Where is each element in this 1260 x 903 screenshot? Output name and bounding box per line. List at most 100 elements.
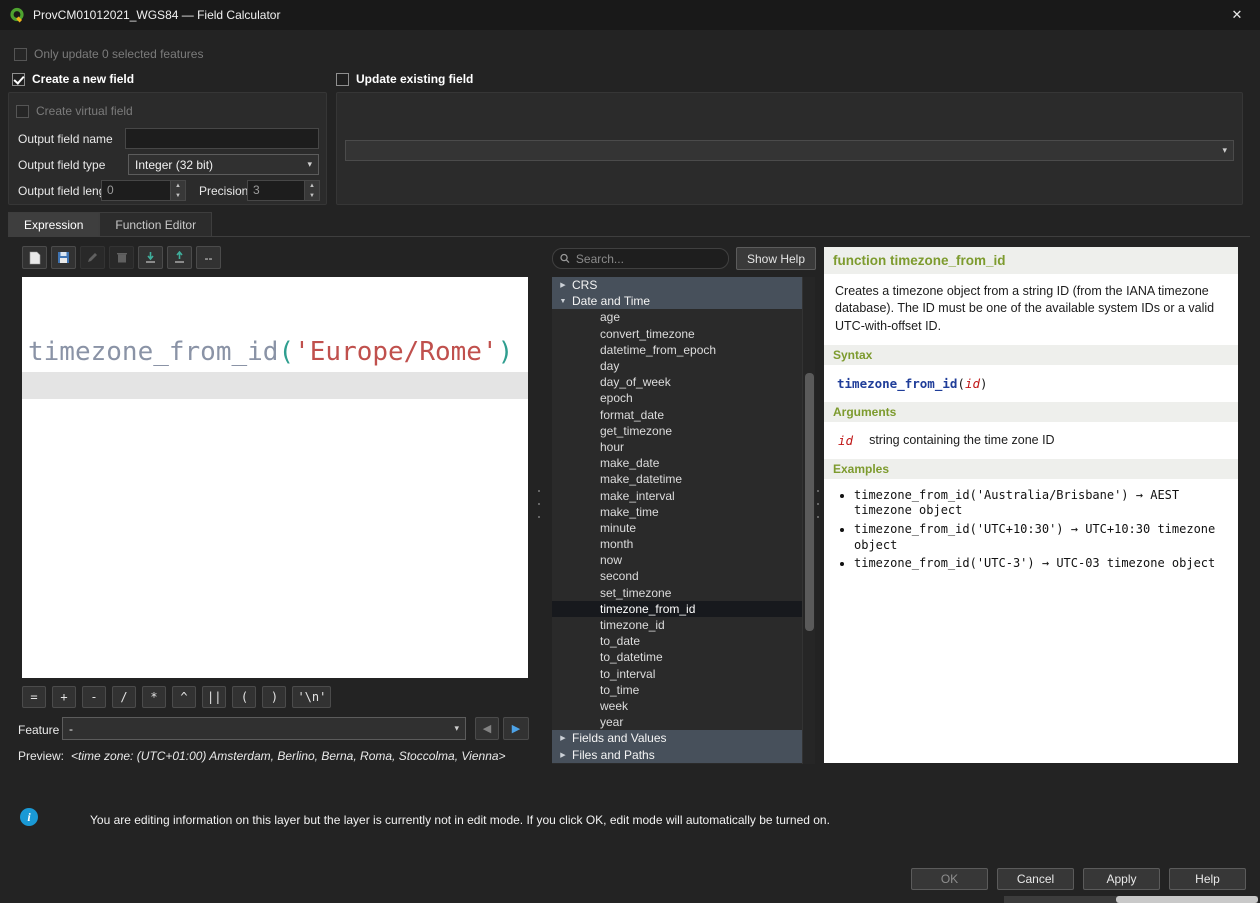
update-existing-field-checkbox[interactable]: Update existing field	[336, 72, 473, 86]
output-field-length-spinner[interactable]: 0 ▲▼	[101, 180, 186, 201]
spinner-arrows[interactable]: ▲▼	[170, 181, 185, 200]
function-item-epoch[interactable]: epoch	[552, 390, 802, 406]
comment-button[interactable]: --	[196, 246, 221, 269]
pencil-icon	[86, 251, 99, 264]
cancel-button[interactable]: Cancel	[997, 868, 1074, 890]
tree-label: epoch	[600, 391, 633, 405]
function-item-now[interactable]: now	[552, 552, 802, 568]
chevron-right-icon[interactable]: ▶	[556, 734, 570, 742]
function-item-day_of_week[interactable]: day_of_week	[552, 374, 802, 390]
output-field-name-input[interactable]	[125, 128, 319, 149]
trash-icon	[116, 251, 128, 264]
help-panel: function timezone_from_id Creates a time…	[824, 247, 1238, 763]
function-item-minute[interactable]: minute	[552, 520, 802, 536]
operator-button-^[interactable]: ^	[172, 686, 196, 708]
function-item-make_date[interactable]: make_date	[552, 455, 802, 471]
function-item-to_date[interactable]: to_date	[552, 633, 802, 649]
function-item-timezone_from_id[interactable]: timezone_from_id	[552, 601, 802, 617]
function-item-convert_timezone[interactable]: convert_timezone	[552, 326, 802, 342]
help-title: function timezone_from_id	[824, 247, 1238, 274]
function-item-format_date[interactable]: format_date	[552, 407, 802, 423]
function-group-Fields and Values[interactable]: ▶Fields and Values	[552, 730, 802, 746]
splitter-handle[interactable]	[816, 490, 820, 518]
argument-row: id string containing the time zone ID	[824, 422, 1238, 459]
operator-button-+[interactable]: +	[52, 686, 76, 708]
scrollbar-thumb[interactable]	[1116, 896, 1258, 903]
apply-button[interactable]: Apply	[1083, 868, 1160, 890]
function-group-Date and Time[interactable]: ▼Date and Time	[552, 293, 802, 309]
chevron-right-icon[interactable]: ▶	[556, 751, 570, 759]
export-expressions-button[interactable]	[167, 246, 192, 269]
chevron-down-icon[interactable]: ▼	[556, 298, 570, 305]
next-feature-button[interactable]: ▶	[503, 717, 529, 740]
function-item-month[interactable]: month	[552, 536, 802, 552]
function-item-get_timezone[interactable]: get_timezone	[552, 423, 802, 439]
new-file-icon	[29, 251, 41, 265]
function-item-to_interval[interactable]: to_interval	[552, 666, 802, 682]
horizontal-scrollbar[interactable]	[1004, 896, 1258, 903]
qgis-logo-icon	[9, 7, 25, 23]
import-expressions-button[interactable]	[138, 246, 163, 269]
new-expression-button[interactable]	[22, 246, 47, 269]
previous-feature-button[interactable]: ◀	[475, 717, 499, 740]
function-item-hour[interactable]: hour	[552, 439, 802, 455]
function-item-year[interactable]: year	[552, 714, 802, 730]
output-field-name-label: Output field name	[18, 132, 113, 146]
tree-label: age	[600, 310, 620, 324]
function-search[interactable]	[552, 248, 729, 269]
splitter-handle[interactable]	[537, 490, 541, 518]
feature-select[interactable]: - ▾	[62, 717, 466, 740]
tab-expression[interactable]: Expression	[8, 212, 99, 237]
operator-button-||[interactable]: ||	[202, 686, 226, 708]
search-input[interactable]	[576, 252, 721, 266]
checkbox-box	[16, 105, 29, 118]
function-item-second[interactable]: second	[552, 568, 802, 584]
function-item-make_time[interactable]: make_time	[552, 504, 802, 520]
operator-button-'\n'[interactable]: '\n'	[292, 686, 331, 708]
chevron-right-icon[interactable]: ▶	[556, 281, 570, 289]
expression-editor[interactable]: timezone_from_id('Europe/Rome')	[22, 277, 528, 678]
tab-bar: Expression Function Editor	[8, 212, 212, 237]
tab-function-editor[interactable]: Function Editor	[99, 212, 212, 237]
function-item-make_interval[interactable]: make_interval	[552, 487, 802, 503]
help-button[interactable]: Help	[1169, 868, 1246, 890]
show-help-button[interactable]: Show Help	[736, 247, 816, 270]
operator-button-([interactable]: (	[232, 686, 256, 708]
tree-scrollbar[interactable]	[802, 277, 815, 764]
function-item-to_datetime[interactable]: to_datetime	[552, 649, 802, 665]
operator-button-*[interactable]: *	[142, 686, 166, 708]
edit-expression-button[interactable]	[80, 246, 105, 269]
operator-button--[interactable]: -	[82, 686, 106, 708]
output-field-type-select[interactable]: Integer (32 bit) ▾	[128, 154, 319, 175]
scrollbar-thumb[interactable]	[805, 373, 814, 631]
function-item-timezone_id[interactable]: timezone_id	[552, 617, 802, 633]
delete-expression-button[interactable]	[109, 246, 134, 269]
tree-label: hour	[600, 440, 624, 454]
tree-label: day	[600, 359, 619, 373]
import-arrow-icon	[144, 251, 157, 264]
function-group-CRS[interactable]: ▶CRS	[552, 277, 802, 293]
function-item-set_timezone[interactable]: set_timezone	[552, 585, 802, 601]
operator-button-/[interactable]: /	[112, 686, 136, 708]
existing-field-select[interactable]: ▾	[345, 140, 1234, 161]
operator-button-=[interactable]: =	[22, 686, 46, 708]
create-virtual-field-checkbox[interactable]: Create virtual field	[16, 104, 133, 118]
operator-button-)[interactable]: )	[262, 686, 286, 708]
function-item-age[interactable]: age	[552, 309, 802, 325]
function-item-to_time[interactable]: to_time	[552, 682, 802, 698]
create-new-field-checkbox[interactable]: Create a new field	[12, 72, 134, 86]
ok-button[interactable]: OK	[911, 868, 988, 890]
function-item-make_datetime[interactable]: make_datetime	[552, 471, 802, 487]
function-item-week[interactable]: week	[552, 698, 802, 714]
precision-spinner[interactable]: 3 ▲▼	[247, 180, 320, 201]
preview-row: Preview: <time zone: (UTC+01:00) Amsterd…	[18, 749, 506, 763]
function-group-Files and Paths[interactable]: ▶Files and Paths	[552, 746, 802, 762]
only-update-selected-checkbox[interactable]: Only update 0 selected features	[14, 47, 203, 61]
function-item-datetime_from_epoch[interactable]: datetime_from_epoch	[552, 342, 802, 358]
function-item-day[interactable]: day	[552, 358, 802, 374]
close-button[interactable]: ✕	[1214, 0, 1260, 30]
save-expression-button[interactable]	[51, 246, 76, 269]
tree-label: datetime_from_epoch	[600, 343, 716, 357]
tree-label: timezone_from_id	[600, 602, 695, 616]
spinner-arrows[interactable]: ▲▼	[304, 181, 319, 200]
